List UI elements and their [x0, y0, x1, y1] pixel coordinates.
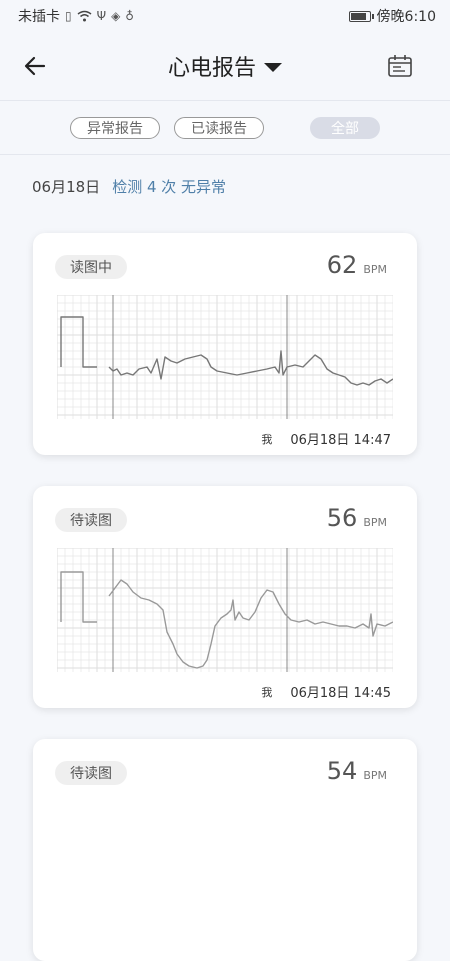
back-button[interactable]: [20, 51, 50, 81]
summary-count: 检测 4 次 无异常: [112, 178, 227, 196]
bpm-unit: BPM: [363, 769, 387, 782]
report-card[interactable]: 待读图 56 BPM 我 06月18日 14:45: [33, 486, 417, 708]
calendar-icon: [388, 55, 412, 77]
status-badge: 待读图: [55, 761, 127, 785]
status-badge: 读图中: [55, 255, 127, 279]
shield-icon: ◈: [111, 9, 121, 23]
heart-rate: 54 BPM: [327, 757, 387, 785]
summary-date: 06月18日: [32, 178, 101, 196]
status-bar: 未插卡 ▯ Ψ ◈ ♁ 傍晚6:10: [0, 0, 450, 32]
battery-icon: [348, 10, 374, 22]
bpm-value: 54: [326, 757, 358, 785]
back-arrow-icon: [24, 56, 46, 76]
filter-tabs: 异常报告 已读报告 全部: [0, 101, 450, 155]
clock-text: 傍晚6:10: [376, 9, 436, 25]
filter-read[interactable]: 已读报告: [174, 116, 264, 139]
report-author: 我: [261, 432, 273, 446]
wifi-icon: [77, 10, 92, 22]
ecg-trace: [57, 295, 393, 419]
app-header: 心电报告: [0, 32, 450, 101]
calendar-button[interactable]: [386, 52, 414, 80]
report-datetime: 06月18日 14:47: [290, 433, 391, 448]
bpm-value: 62: [326, 251, 358, 279]
sim-icon: ▯: [65, 9, 72, 23]
report-card[interactable]: 读图中 62 BPM 我 06月18日 14:47: [33, 233, 417, 455]
page-title: 心电报告: [167, 56, 256, 81]
report-datetime: 06月18日 14:45: [290, 686, 391, 701]
ecg-trace: [57, 548, 393, 672]
report-card[interactable]: 待读图 54 BPM: [33, 739, 417, 961]
report-type-selector[interactable]: 心电报告: [168, 50, 282, 82]
ecg-grid: [57, 295, 393, 419]
heart-rate: 62 BPM: [327, 251, 387, 279]
filter-abnormal[interactable]: 异常报告: [70, 116, 160, 139]
status-badge: 待读图: [55, 508, 127, 532]
usb-icon: Ψ: [96, 9, 107, 23]
bpm-unit: BPM: [363, 263, 387, 276]
report-author: 我: [261, 685, 273, 699]
dropdown-caret-icon: [264, 62, 282, 72]
bpm-unit: BPM: [363, 516, 387, 529]
bpm-value: 56: [326, 504, 358, 532]
ecg-grid: [57, 548, 393, 672]
day-summary: 06月18日 检测 4 次 无异常: [32, 176, 226, 197]
carrier-text: 未插卡: [18, 9, 60, 25]
bulb-icon: ♁: [125, 9, 135, 23]
filter-all[interactable]: 全部: [310, 116, 380, 139]
heart-rate: 56 BPM: [327, 504, 387, 532]
